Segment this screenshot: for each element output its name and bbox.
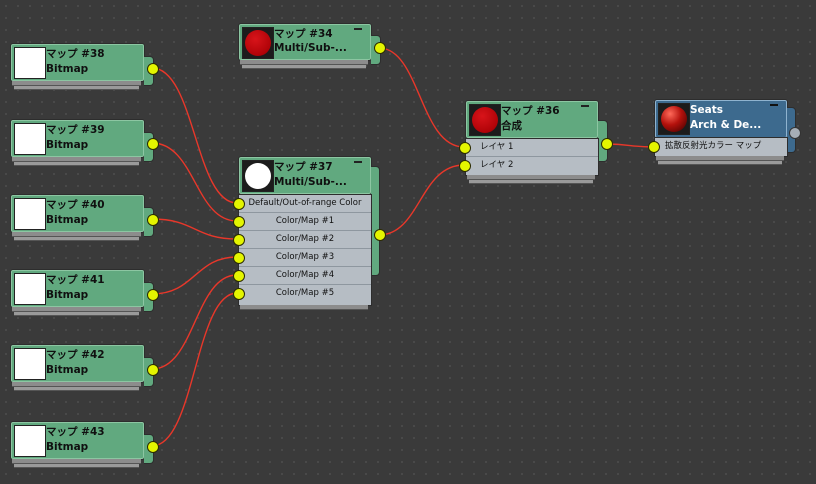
node-subtitle: Bitmap [46, 364, 89, 376]
material-swatch [242, 160, 274, 192]
wire-43-to-37-map5 [151, 292, 238, 447]
bitmap-thumbnail [14, 348, 46, 380]
bitmap-node-39[interactable]: マップ #39 Bitmap [10, 119, 159, 169]
node-title: マップ #38 [46, 48, 105, 60]
bitmap-node-43[interactable]: マップ #43 Bitmap [10, 421, 159, 471]
multi-sub-node-37[interactable]: マップ #37 Multi/Sub-... Default/Out-of-ran… [233, 156, 386, 316]
node-subtitle: 合成 [501, 120, 522, 132]
node-subtitle: Bitmap [46, 63, 89, 75]
slot-layer-2[interactable]: レイヤ 2 [466, 157, 598, 174]
node-title: Seats [690, 104, 724, 116]
slot-list: レイヤ 1 レイヤ 2 [465, 138, 599, 176]
output-socket[interactable] [147, 214, 159, 226]
output-socket[interactable] [147, 364, 159, 376]
node-title: マップ #43 [46, 426, 105, 438]
input-socket[interactable] [233, 216, 245, 228]
collapse-icon[interactable] [581, 105, 589, 107]
bitmap-node-41[interactable]: マップ #41 Bitmap [10, 269, 159, 319]
material-swatch [242, 27, 274, 59]
node-subtitle: Multi/Sub-... [274, 42, 347, 54]
bitmap-thumbnail [14, 273, 46, 305]
output-socket[interactable] [601, 138, 613, 150]
collapse-icon[interactable] [354, 161, 362, 163]
output-socket[interactable] [147, 138, 159, 150]
node-subtitle: Arch & De... [690, 119, 762, 131]
output-socket[interactable] [374, 229, 386, 241]
slot-color-map-1[interactable]: Color/Map #1 [239, 213, 371, 231]
wire-37-to-36-layer2 [378, 164, 465, 236]
node-subtitle: Bitmap [46, 139, 89, 151]
slot-color-map-2[interactable]: Color/Map #2 [239, 231, 371, 249]
output-socket[interactable] [147, 289, 159, 301]
input-socket[interactable] [233, 234, 245, 246]
node-title: マップ #39 [46, 124, 105, 136]
node-title: マップ #37 [274, 161, 333, 173]
wire-36-to-material [605, 143, 654, 148]
slot-layer-1[interactable]: レイヤ 1 [466, 139, 598, 157]
bitmap-thumbnail [14, 425, 46, 457]
multi-sub-node-34[interactable]: マップ #34 Multi/Sub-... [238, 23, 386, 73]
collapse-icon[interactable] [770, 104, 778, 106]
bitmap-thumbnail [14, 123, 46, 155]
bitmap-thumbnail [14, 47, 46, 79]
input-socket[interactable] [233, 270, 245, 282]
output-socket[interactable] [789, 127, 801, 139]
material-node-seats[interactable]: Seats Arch & De... 拡散反射光カラー マップ [648, 99, 806, 171]
node-title: マップ #36 [501, 105, 560, 117]
input-socket[interactable] [459, 142, 471, 154]
slot-list: 拡散反射光カラー マップ [654, 137, 788, 157]
wire-42-to-37-map4 [151, 274, 238, 370]
slot-color-map-5[interactable]: Color/Map #5 [239, 285, 371, 302]
input-socket[interactable] [233, 198, 245, 210]
slot-default[interactable]: Default/Out-of-range Color [239, 195, 371, 213]
bitmap-thumbnail [14, 198, 46, 230]
node-subtitle: Multi/Sub-... [274, 176, 347, 188]
input-socket[interactable] [648, 141, 660, 153]
output-socket[interactable] [147, 441, 159, 453]
output-socket[interactable] [147, 63, 159, 75]
wire-41-to-37-map3 [151, 256, 238, 295]
node-title: マップ #40 [46, 199, 105, 211]
node-subtitle: Bitmap [46, 441, 89, 453]
material-swatch [658, 103, 690, 135]
input-socket[interactable] [459, 160, 471, 172]
composite-node-36[interactable]: マップ #36 合成 レイヤ 1 レイヤ 2 [459, 100, 613, 190]
bitmap-node-40[interactable]: マップ #40 Bitmap [10, 194, 159, 244]
output-socket[interactable] [374, 42, 386, 54]
node-subtitle: Bitmap [46, 214, 89, 226]
slot-list: Default/Out-of-range Color Color/Map #1 … [238, 194, 372, 306]
node-title: マップ #42 [46, 349, 105, 361]
slot-diffuse-color-map[interactable]: 拡散反射光カラー マップ [655, 138, 787, 155]
wire-40-to-37-map2 [151, 218, 238, 240]
material-swatch [469, 104, 501, 136]
bitmap-node-38[interactable]: マップ #38 Bitmap [10, 43, 159, 93]
wire-39-to-37-map1 [151, 142, 238, 222]
node-subtitle: Bitmap [46, 289, 89, 301]
bitmap-node-42[interactable]: マップ #42 Bitmap [10, 344, 159, 394]
input-socket[interactable] [233, 288, 245, 300]
node-title: マップ #41 [46, 274, 105, 286]
node-title: マップ #34 [274, 28, 333, 40]
collapse-icon[interactable] [354, 28, 362, 30]
input-socket[interactable] [233, 252, 245, 264]
slot-color-map-3[interactable]: Color/Map #3 [239, 249, 371, 267]
slot-color-map-4[interactable]: Color/Map #4 [239, 267, 371, 285]
wire-34-to-36-layer1 [378, 47, 465, 148]
